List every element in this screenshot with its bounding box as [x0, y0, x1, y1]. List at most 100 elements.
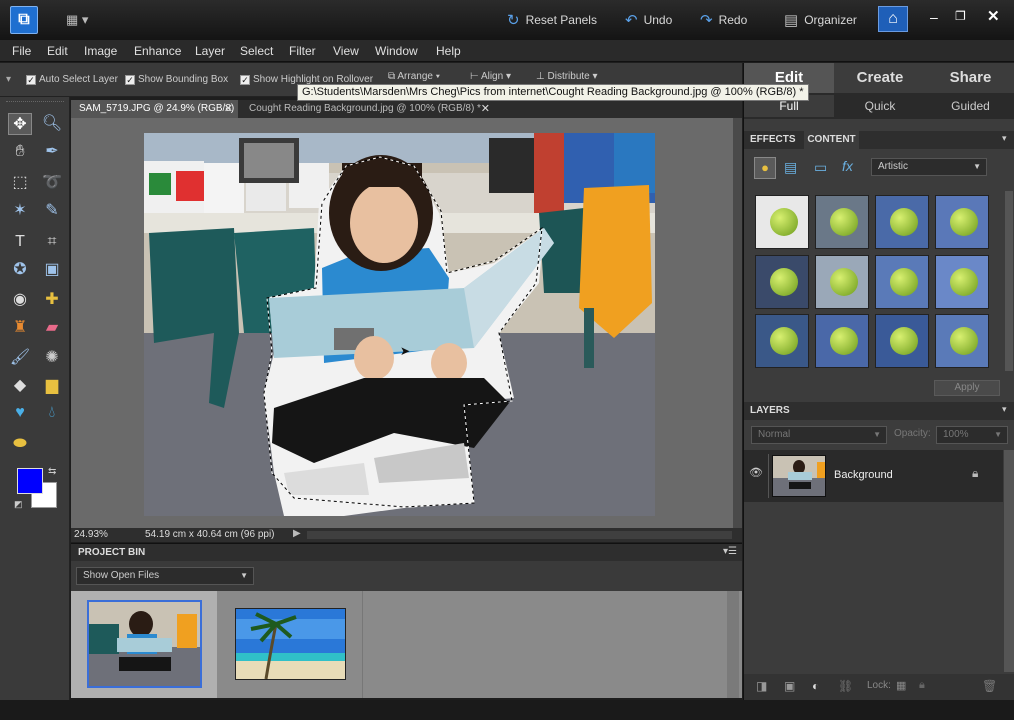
effect-thumbnail[interactable]: [875, 314, 929, 368]
tab-guided[interactable]: Guided: [926, 95, 1014, 117]
brush-tool-icon[interactable]: 🖌︎: [8, 347, 32, 369]
opacity-field[interactable]: 100% ▼: [936, 426, 1008, 444]
layer-styles-icon[interactable]: ▤: [784, 159, 797, 176]
panel-menu-icon[interactable]: ▾☰: [723, 546, 737, 557]
distribute-dropdown[interactable]: ⊥ Distribute ▾: [536, 71, 598, 82]
new-layer-icon[interactable]: ◨: [756, 679, 767, 693]
status-menu-arrow-icon[interactable]: ▶: [293, 528, 301, 539]
apply-button[interactable]: Apply: [934, 380, 1000, 396]
swap-colors-icon[interactable]: ⇆: [48, 466, 56, 477]
effect-thumbnail[interactable]: [755, 195, 809, 249]
eyedropper-tool-icon[interactable]: ✒: [40, 141, 64, 163]
red-eye-tool-icon[interactable]: ◉: [8, 289, 32, 311]
bin-thumbnail-beach[interactable]: [235, 608, 346, 680]
menu-view[interactable]: View: [333, 44, 359, 58]
effect-thumbnail[interactable]: [815, 195, 869, 249]
move-tool-icon[interactable]: ✥: [8, 113, 32, 135]
smart-brush-tool-icon[interactable]: ✺: [40, 347, 64, 369]
layer-row-background[interactable]: 👁︎ Background 🔒︎: [744, 450, 1003, 502]
minimize-button[interactable]: –: [930, 9, 938, 25]
redo-button[interactable]: ↷ Redo: [700, 11, 747, 29]
clone-stamp-tool-icon[interactable]: ♜: [8, 317, 32, 339]
photo-effects-icon[interactable]: ▭: [814, 159, 827, 176]
effects-menu-icon[interactable]: ▾: [1002, 133, 1007, 144]
effect-thumbnail[interactable]: [875, 255, 929, 309]
home-button[interactable]: ⌂: [878, 6, 908, 32]
restore-button[interactable]: ❐: [955, 9, 966, 23]
effect-thumbnail[interactable]: [935, 255, 989, 309]
foreground-color-swatch-front[interactable]: [17, 468, 43, 494]
menu-filter[interactable]: Filter: [289, 44, 316, 58]
effect-thumbnail[interactable]: [875, 195, 929, 249]
menu-layer[interactable]: Layer: [195, 44, 225, 58]
blur-tool-icon[interactable]: 💧︎: [40, 402, 64, 424]
menu-edit[interactable]: Edit: [47, 44, 68, 58]
layers-scrollbar[interactable]: [1004, 450, 1014, 672]
arrange-dropdown[interactable]: ⧉ Arrange ▾: [388, 71, 440, 82]
effects-category-dropdown[interactable]: Artistic ▼: [871, 158, 987, 176]
organizer-button[interactable]: ▤ Organizer: [784, 11, 857, 29]
menu-file[interactable]: File: [12, 44, 31, 58]
eraser-tool-icon[interactable]: ▰: [40, 317, 64, 339]
effect-thumbnail[interactable]: [755, 255, 809, 309]
default-colors-icon[interactable]: ◩: [14, 499, 23, 510]
trash-icon[interactable]: 🗑︎: [982, 679, 997, 693]
blend-mode-dropdown[interactable]: Normal ▼: [751, 426, 887, 444]
content-tab[interactable]: CONTENT: [804, 131, 859, 149]
vertical-scrollbar[interactable]: [733, 118, 742, 528]
marquee-tool-icon[interactable]: ⬚: [8, 172, 32, 194]
bin-thumbnail-classroom[interactable]: [87, 600, 202, 688]
bin-scrollbar[interactable]: [727, 591, 739, 698]
close-window-button[interactable]: ✕: [987, 7, 1000, 25]
recompose-tool-icon[interactable]: ▣: [40, 259, 64, 281]
lock-transparency-icon[interactable]: ▦: [896, 679, 906, 692]
zoom-tool-icon[interactable]: 🔍︎: [40, 113, 64, 135]
tool-preset-arrow-icon[interactable]: ▾: [6, 74, 11, 85]
effect-thumbnail[interactable]: [815, 255, 869, 309]
quick-selection-tool-icon[interactable]: ✎: [40, 200, 64, 222]
crop-tool-icon[interactable]: ⌗: [40, 231, 64, 253]
custom-shape-tool-icon[interactable]: ♥: [8, 402, 32, 424]
menu-enhance[interactable]: Enhance: [134, 44, 181, 58]
effect-thumbnail[interactable]: [755, 314, 809, 368]
effect-thumbnail[interactable]: [935, 195, 989, 249]
layers-menu-icon[interactable]: ▾: [1002, 404, 1007, 415]
lock-all-icon[interactable]: 🔒︎: [919, 679, 925, 692]
reset-panels-button[interactable]: ↻ Reset Panels: [507, 11, 597, 29]
horizontal-scrollbar[interactable]: [307, 531, 732, 539]
healing-brush-tool-icon[interactable]: ✚: [40, 289, 64, 311]
visibility-eye-icon[interactable]: 👁︎: [748, 466, 764, 482]
magic-wand-tool-icon[interactable]: ✶: [8, 200, 32, 222]
effect-thumbnail[interactable]: [935, 314, 989, 368]
tab-create[interactable]: Create: [835, 63, 925, 93]
lasso-tool-icon[interactable]: ➰: [40, 172, 64, 194]
document-image[interactable]: [144, 133, 655, 516]
menu-image[interactable]: Image: [84, 44, 117, 58]
panel-grip[interactable]: [6, 101, 64, 104]
show-bounding-box-checkbox[interactable]: ✓ Show Bounding Box: [125, 74, 228, 85]
zoom-level[interactable]: 24.93%: [74, 529, 108, 540]
tab-share[interactable]: Share: [926, 63, 1014, 93]
menu-select[interactable]: Select: [240, 44, 273, 58]
new-group-icon[interactable]: ▣: [784, 679, 795, 693]
gradient-tool-icon[interactable]: ▆: [40, 375, 64, 397]
doc-tab-inactive[interactable]: Cought Reading Background.jpg @ 100% (RG…: [241, 100, 495, 118]
auto-select-layer-checkbox[interactable]: ✓ Auto Select Layer: [26, 74, 118, 85]
menu-window[interactable]: Window: [375, 44, 418, 58]
close-tab-icon[interactable]: ✕: [224, 100, 233, 118]
hand-tool-icon[interactable]: ✋︎: [8, 141, 32, 163]
tab-quick[interactable]: Quick: [835, 95, 925, 117]
undo-button[interactable]: ↶ Undo: [625, 11, 672, 29]
adjustment-layer-icon[interactable]: ◐: [812, 679, 819, 693]
fx-icon[interactable]: fx: [842, 158, 853, 174]
align-dropdown[interactable]: ⊢ Align ▾: [470, 71, 511, 82]
type-tool-icon[interactable]: T: [8, 231, 32, 253]
paint-bucket-tool-icon[interactable]: ◆: [8, 375, 32, 397]
sponge-tool-icon[interactable]: ⬬: [8, 433, 32, 455]
layout-menu-icon[interactable]: ▦ ▾: [66, 12, 96, 28]
menu-help[interactable]: Help: [436, 44, 461, 58]
link-icon[interactable]: ⛓: [838, 679, 853, 693]
cookie-cutter-tool-icon[interactable]: ✪: [8, 259, 32, 281]
doc-tab-active[interactable]: SAM_5719.JPG @ 24.9% (RGB/8) ✕: [71, 100, 238, 118]
close-tab-icon[interactable]: ✕: [481, 100, 490, 118]
